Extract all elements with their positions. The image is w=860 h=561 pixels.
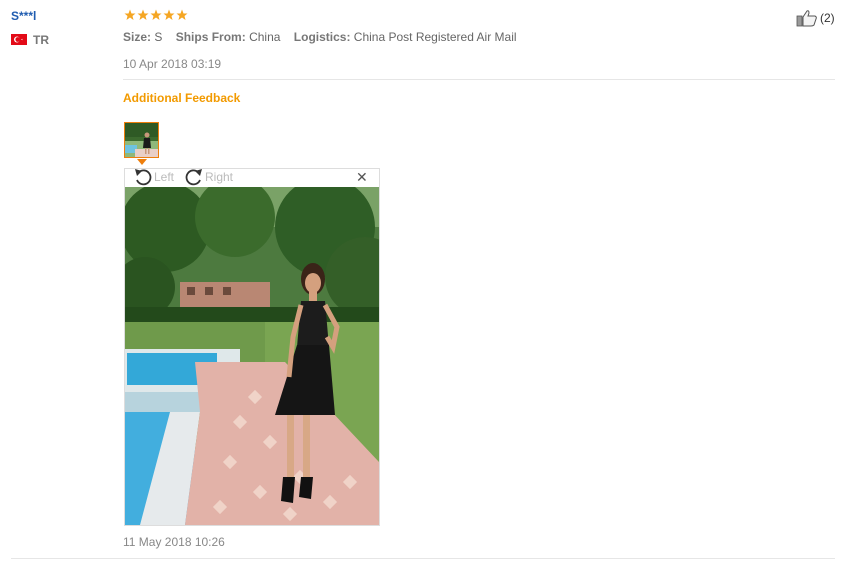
reviewer-country: TR	[33, 33, 49, 47]
star-icon	[124, 9, 136, 20]
reviewer-name[interactable]: S***l	[11, 9, 36, 23]
thumbs-up-icon	[796, 10, 817, 27]
close-icon[interactable]: ✕	[356, 170, 368, 184]
star-icon	[176, 9, 188, 20]
rotate-right-icon	[185, 169, 202, 186]
logistics-detail: Logistics: China Post Registered Air Mai…	[293, 30, 517, 44]
feedback-photo-image	[125, 187, 379, 525]
rotate-left-label: Left	[154, 170, 175, 184]
order-details: Size: S Ships From: China Logistics: Chi…	[123, 30, 527, 44]
rotate-left-button[interactable]: Left	[133, 168, 174, 186]
divider	[123, 79, 835, 80]
star-icon	[163, 9, 175, 20]
size-detail: Size: S	[123, 30, 163, 44]
additional-feedback-date: 11 May 2018 10:26	[123, 535, 225, 549]
thumbnail-pointer	[137, 159, 147, 165]
photo-thumbnail-image	[125, 123, 158, 157]
rotate-right-label: Right	[205, 170, 234, 184]
rotate-left-icon	[135, 169, 152, 186]
star-rating	[124, 9, 188, 21]
ships-from-detail: Ships From: China	[175, 30, 281, 44]
additional-feedback-title: Additional Feedback	[123, 91, 241, 105]
helpful-count: (2)	[820, 11, 835, 25]
turkey-flag-icon	[11, 34, 27, 45]
star-icon	[137, 9, 149, 20]
feedback-photo	[125, 187, 379, 525]
rotate-right-button[interactable]: Right	[184, 168, 233, 186]
star-icon	[150, 9, 162, 20]
helpful-button[interactable]: (2)	[796, 9, 835, 27]
review-date: 10 Apr 2018 03:19	[123, 57, 222, 71]
feedback-photo-thumbnail[interactable]	[124, 122, 159, 158]
divider	[11, 558, 835, 559]
